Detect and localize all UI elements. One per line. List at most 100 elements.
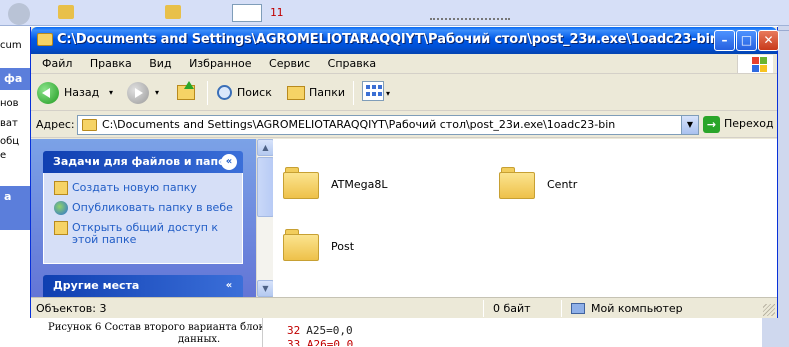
background-right-corner <box>762 318 789 347</box>
forward-button[interactable]: ▾ <box>125 79 169 107</box>
background-folder-icon <box>58 5 74 19</box>
views-dropdown-icon[interactable]: ▾ <box>386 89 390 98</box>
code-line-partial: 33 A26=0,0 <box>287 338 354 346</box>
address-label: Адрес: <box>36 118 75 131</box>
go-arrow-icon: → <box>703 116 720 133</box>
background-round-icon <box>8 3 30 25</box>
back-label: Назад <box>64 86 100 99</box>
title-bar[interactable]: C:\Documents and Settings\AGROMELIOTARAQ… <box>31 27 779 54</box>
status-bar: Объектов: 3 0 байт Мой компьютер <box>31 297 777 318</box>
folder-icon <box>82 119 97 131</box>
folders-icon <box>287 86 305 100</box>
other-places-chevron-icon[interactable]: « <box>221 278 237 294</box>
address-path: C:\Documents and Settings\AGROMELIOTARAQ… <box>102 118 616 131</box>
back-dropdown-icon[interactable]: ▾ <box>109 79 113 107</box>
toolbar-separator-2 <box>353 81 354 105</box>
scroll-down-icon[interactable]: ▼ <box>257 280 274 297</box>
folder-icon <box>499 165 537 199</box>
views-icon[interactable] <box>362 81 384 101</box>
scroll-thumb[interactable] <box>257 157 274 217</box>
menu-file[interactable]: Файл <box>35 54 79 74</box>
background-toolbar: 11 <box>0 0 789 26</box>
scroll-up-icon[interactable]: ▲ <box>257 139 274 156</box>
background-left-strip: cum фа нов ват обц е а <box>0 26 30 347</box>
location-label: Мой компьютер <box>591 302 683 315</box>
maximize-button[interactable]: □ <box>736 30 757 51</box>
publish-web-icon <box>54 201 68 215</box>
up-arrow-icon <box>184 81 194 89</box>
file-tasks-header[interactable]: Задачи для файлов и папок « <box>43 151 243 173</box>
background-dotted-line <box>430 18 510 21</box>
search-label: Поиск <box>237 86 272 99</box>
total-size: 0 байт <box>493 302 531 315</box>
up-folder-button[interactable] <box>175 79 199 107</box>
bg-strip-text: нов <box>0 98 19 109</box>
object-count: Объектов: 3 <box>36 302 107 315</box>
toolbar: Назад ▾ ▾ Поиск Папки ▾ <box>31 75 777 111</box>
folder-item[interactable]: Centr <box>499 165 699 209</box>
forward-arrow-icon <box>127 82 149 104</box>
bg-strip-text: ват <box>0 118 18 129</box>
task-publish-web-label: Опубликовать папку в вебе <box>72 201 233 214</box>
bg-strip-text: cum <box>0 40 22 51</box>
background-line-number: 11 <box>270 6 284 19</box>
collapse-chevron-icon[interactable]: « <box>221 154 237 170</box>
status-divider <box>483 300 484 317</box>
share-folder-icon <box>54 221 68 235</box>
code-line-text: A25=0,0 <box>306 324 353 337</box>
folder-name: ATMega8L <box>331 178 388 191</box>
search-button[interactable]: Поиск <box>215 79 281 107</box>
resize-grip[interactable] <box>763 304 775 316</box>
back-arrow-icon <box>37 82 59 104</box>
bg-line <box>778 30 789 31</box>
folder-item[interactable]: ATMega8L <box>283 165 483 209</box>
computer-icon <box>571 303 585 314</box>
back-button[interactable]: Назад ▾ <box>35 79 121 107</box>
bg-strip-blue-2: а <box>0 186 30 230</box>
folders-button[interactable]: Папки <box>285 79 353 107</box>
search-icon <box>217 85 232 100</box>
window-title: C:\Documents and Settings\AGROMELIOTARAQ… <box>57 32 719 47</box>
code-panel: 32 A25=0,0 33 A26=0,0 <box>262 318 762 347</box>
address-bar: Адрес: C:\Documents and Settings\AGROMEL… <box>31 112 777 138</box>
folder-name: Centr <box>547 178 578 191</box>
folder-icon <box>283 165 321 199</box>
minimize-button[interactable]: – <box>714 30 735 51</box>
file-tasks-body: Создать новую папку Опубликовать папку в… <box>43 173 243 264</box>
figure-caption-2: данных. <box>178 334 221 345</box>
menu-view[interactable]: Вид <box>142 54 178 74</box>
background-right-strip <box>778 26 789 347</box>
menu-favorites[interactable]: Избранное <box>182 54 258 74</box>
folder-item[interactable]: Post <box>283 227 483 271</box>
task-pane-scrollbar[interactable]: ▲ ▼ <box>256 139 274 297</box>
menu-tools[interactable]: Сервис <box>262 54 317 74</box>
close-button[interactable]: ✕ <box>758 30 779 51</box>
address-field[interactable]: C:\Documents and Settings\AGROMELIOTARAQ… <box>77 115 699 135</box>
explorer-window: C:\Documents and Settings\AGROMELIOTARAQ… <box>30 27 779 318</box>
task-pane: Задачи для файлов и папок « Создать нову… <box>31 139 256 297</box>
other-places-title: Другие места <box>53 279 140 292</box>
bg-strip-blue: фа <box>0 68 30 90</box>
task-share-folder-label-2: этой папке <box>72 233 137 246</box>
folder-icon <box>283 227 321 261</box>
menu-bar: Файл Правка Вид Избранное Сервис Справка <box>31 54 777 74</box>
bg-strip-text: е <box>0 150 7 161</box>
address-dropdown-icon[interactable]: ▼ <box>681 116 698 134</box>
folders-label: Папки <box>309 86 345 99</box>
other-places-header[interactable]: Другие места « <box>43 275 243 297</box>
code-line: 32 A25=0,0 <box>287 324 353 337</box>
folder-name: Post <box>331 240 355 253</box>
folder-icon <box>37 33 53 46</box>
location-cell: Мой компьютер <box>571 301 711 317</box>
toolbar-separator <box>207 81 208 105</box>
go-label: Переход <box>724 117 774 130</box>
bg-strip-text: обц <box>0 136 20 147</box>
menu-help[interactable]: Справка <box>321 54 383 74</box>
code-line-number: 32 <box>287 324 301 337</box>
menu-edit[interactable]: Правка <box>83 54 139 74</box>
forward-dropdown-icon[interactable]: ▾ <box>155 79 159 107</box>
new-folder-icon <box>54 181 68 195</box>
task-new-folder-label: Создать новую папку <box>72 181 197 194</box>
background-folder-icon-2 <box>165 5 181 19</box>
background-grid-icon <box>232 4 262 22</box>
